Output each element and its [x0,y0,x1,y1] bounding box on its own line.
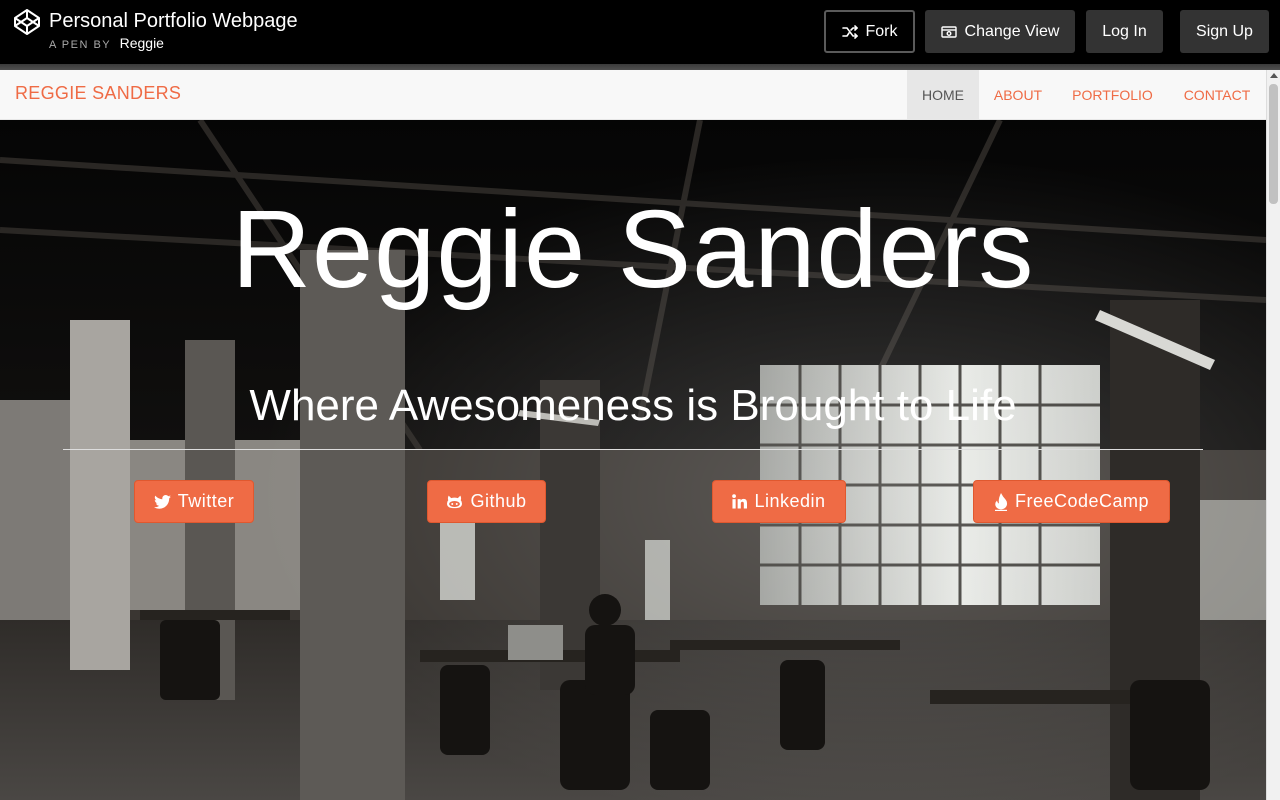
fire-icon [994,492,1008,511]
change-view-button[interactable]: Change View [925,10,1075,53]
hero-subtitle: Where Awesomeness is Brought to Life [249,381,1017,430]
github-label: Github [470,491,527,511]
change-view-icon [940,25,957,38]
sign-up-button[interactable]: Sign Up [1180,10,1269,53]
linkedin-button[interactable]: Linkedin [712,480,846,523]
github-button[interactable]: Github [427,480,546,523]
twitter-label: Twitter [177,491,235,511]
scrollbar-thumb[interactable] [1269,84,1278,204]
linkedin-label: Linkedin [754,491,826,511]
log-in-button[interactable]: Log In [1086,10,1163,53]
author-link[interactable]: Reggie [120,35,164,51]
hero-section: Reggie Sanders Where Awesomeness is Brou… [0,120,1266,800]
nav-about[interactable]: ABOUT [979,70,1057,120]
nav-contact[interactable]: CONTACT [1168,70,1266,120]
hero-divider [63,449,1203,450]
pen-preview: REGGIE SANDERS HOME ABOUT PORTFOLIO CONT… [0,70,1266,800]
hero-title: Reggie Sanders [231,188,1035,311]
freecodecamp-label: FreeCodeCamp [1014,491,1150,511]
pen-byline: A PEN BY Reggie [49,35,164,53]
twitter-button[interactable]: Twitter [134,480,254,523]
change-view-label: Change View [964,22,1060,40]
nav-portfolio[interactable]: PORTFOLIO [1057,70,1168,120]
nav-home[interactable]: HOME [907,70,979,120]
linkedin-icon [732,494,748,509]
scroll-up-arrow-icon[interactable] [1270,73,1278,78]
freecodecamp-button[interactable]: FreeCodeCamp [973,480,1170,523]
codepen-header: Personal Portfolio Webpage A PEN BY Regg… [0,0,1280,64]
pen-by-label: A PEN BY [49,39,112,51]
site-brand[interactable]: REGGIE SANDERS [15,83,181,104]
github-icon [447,495,463,509]
codepen-logo-icon[interactable] [13,8,41,36]
pen-title[interactable]: Personal Portfolio Webpage [49,9,298,33]
twitter-icon [153,494,171,509]
fork-icon [841,24,858,39]
site-navbar: REGGIE SANDERS HOME ABOUT PORTFOLIO CONT… [0,70,1266,120]
fork-label: Fork [865,22,898,40]
fork-button[interactable]: Fork [824,10,915,53]
preview-scrollbar[interactable] [1266,70,1280,800]
